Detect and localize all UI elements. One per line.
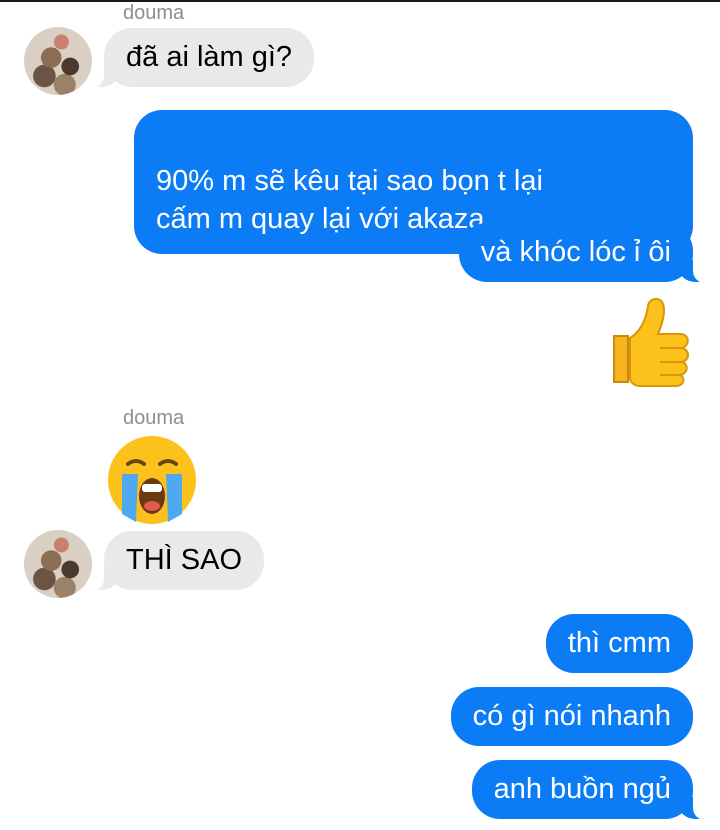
avatar[interactable] (24, 530, 92, 598)
message-bubble-outgoing[interactable]: và khóc lóc ỉ ôi (458, 223, 706, 283)
loudly-crying-face-icon[interactable] (106, 434, 198, 526)
thumbs-up-icon[interactable] (600, 292, 692, 388)
message-text: anh buồn ngủ (493, 773, 671, 805)
message-text: THÌ SAO (126, 544, 243, 576)
message-text: và khóc lóc ỉ ôi (480, 236, 671, 268)
message-text: đã ai làm gì? (126, 41, 293, 73)
message-text: có gì nói nhanh (472, 700, 671, 732)
message-bubble-outgoing[interactable]: thì cmm (545, 614, 693, 673)
avatar[interactable] (24, 27, 92, 95)
message-bubble-incoming[interactable]: đã ai làm gì? (91, 28, 315, 88)
sender-name: douma (123, 407, 185, 429)
top-divider (0, 0, 720, 2)
message-bubble-outgoing[interactable]: anh buồn ngủ (471, 760, 706, 820)
message-bubble-incoming[interactable]: THÌ SAO (91, 531, 265, 591)
sender-name: douma (123, 2, 185, 24)
message-bubble-outgoing[interactable]: có gì nói nhanh (450, 687, 693, 746)
message-text: thì cmm (567, 627, 671, 659)
